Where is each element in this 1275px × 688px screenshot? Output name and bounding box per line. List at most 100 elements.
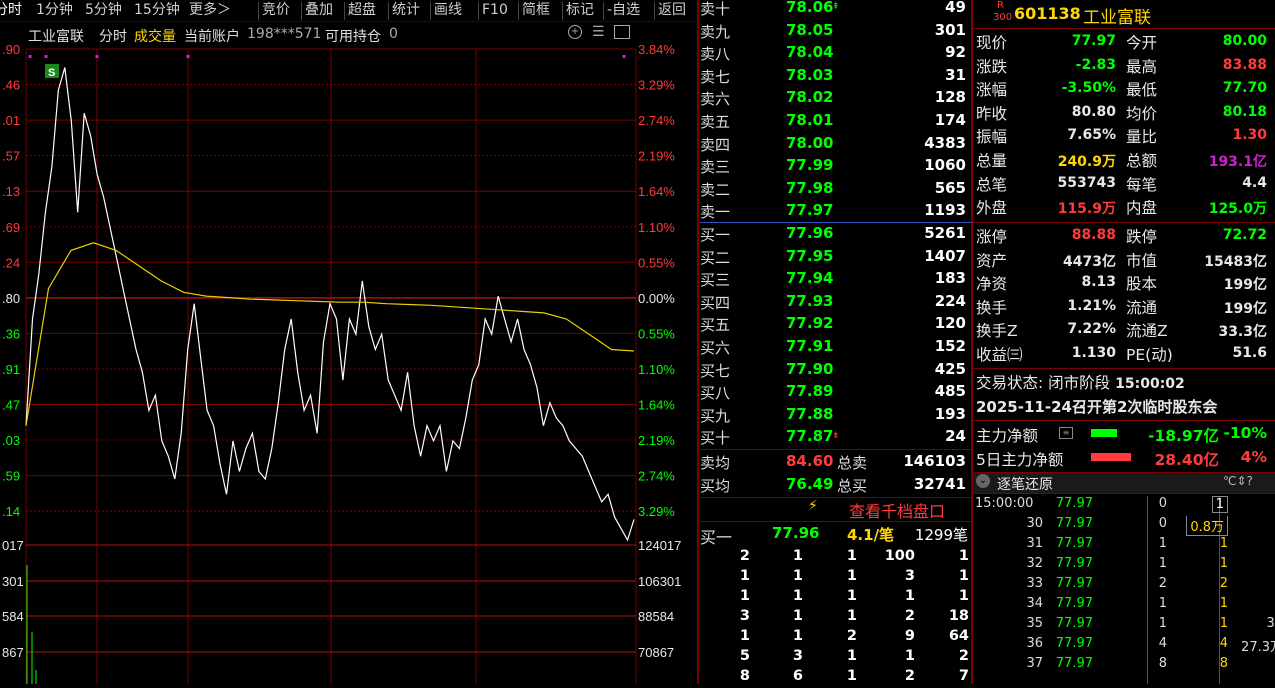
settings-icon[interactable]: ℃⇕? [1223,474,1253,488]
simple-button[interactable]: 简框 [522,0,550,22]
bid-level-6[interactable]: 买六77.91152 [700,336,972,359]
quote-label: 市值 [1126,249,1157,271]
bid-level-4[interactable]: 买四77.93224 [700,291,972,314]
tick-panel-header[interactable]: ⌄逐笔还原℃⇕? [973,472,1275,494]
more-menu[interactable]: 更多＞ [189,0,231,22]
shareholder-meeting-notice[interactable]: 2025-11-24召开第2次临时股东会 [976,396,1275,418]
tab-fenshi[interactable]: 分时 [0,0,22,22]
quote-row: 净资8.13股本199亿 [973,270,1271,294]
level-label: 买三 [700,269,730,290]
volume-indicator-label[interactable]: 成交量 [134,26,176,46]
volume-tick-label: 867 [2,645,24,660]
bid-level-1[interactable]: 买一77.965261 [700,223,972,246]
quote-label: 内盘 [1126,196,1157,218]
tick-row: 3577.971135 [973,616,1275,636]
level-volume: 31 [945,66,966,84]
level-price: 78.04 [786,43,833,61]
pct-tick-label: 1.10% [638,362,675,377]
tab-5min[interactable]: 5分钟 [85,0,122,22]
pct-tick-label: 0.55% [638,326,675,341]
mark-button[interactable]: 标记 [566,0,594,22]
ask-level-2[interactable]: 卖二77.98565 [700,178,972,201]
toggle-panel-icon[interactable] [614,25,630,39]
bid-level-3[interactable]: 买三77.94183 [700,268,972,291]
event-marker[interactable] [96,55,99,58]
queue-cell: 1 [763,588,803,604]
tick-cell: 77.97 [1056,656,1093,671]
menu-icon[interactable]: ☰ [592,24,605,40]
lightning-icon: ⚡ [808,498,818,514]
pct-tick-label: 3.29% [638,504,675,519]
price-tick-label: .03 [2,433,20,448]
quote-value: 7.65% [1067,127,1116,143]
total-volume: 32741 [914,475,966,493]
f10-button[interactable]: F10 [482,0,508,22]
self-select-button[interactable]: -自选 [607,0,640,22]
bid-level-9[interactable]: 买九77.88193 [700,404,972,427]
stats-button[interactable]: 统计 [392,0,420,22]
super-button[interactable]: 超盘 [348,0,376,22]
badge-top: R [997,0,1004,11]
position-value: 0 [389,26,398,42]
quote-label: 换手 [976,296,1007,318]
overlay-button[interactable]: 叠加 [305,0,333,22]
ask-level-8[interactable]: 卖八78.0492 [700,42,972,65]
down-arrow-icon: ⇟ [832,431,840,441]
event-marker[interactable] [623,55,626,58]
flow-pct: 4% [1241,448,1267,466]
event-marker[interactable] [45,55,48,58]
quote-panel: R 300 601138 工业富联 现价77.97今开80.00涨跌-2.83最… [973,0,1275,684]
flow-bar [1091,453,1131,461]
bid-level-7[interactable]: 买七77.90425 [700,359,972,382]
badge-bottom: 300 [993,12,1012,23]
price-tick-label: .91 [2,362,20,377]
stock-code: 601138 [1014,4,1081,23]
stock-header: R 300 601138 工业富联 [973,0,1275,29]
chevron-down-icon[interactable]: ⌄ [976,474,990,488]
status-label: 交易状态: [976,374,1043,392]
tick-cell: 1 [1220,536,1228,551]
view-1000-level-link[interactable]: ⚡查看千档盘口 [700,498,972,520]
price-tick-label: .80 [2,291,20,306]
quote-label: 每笔 [1126,173,1157,195]
quote-row: 涨幅-3.50%最低77.70 [973,76,1271,100]
price-tick-label: .46 [2,78,20,93]
queue-row: 11131 [700,568,972,588]
list-icon[interactable]: ≡ [1059,427,1073,439]
event-marker[interactable] [187,55,190,58]
flow-bar [1091,429,1117,437]
level-volume: 1193 [924,201,966,219]
draw-button[interactable]: 画线 [434,0,462,22]
ask-level-1[interactable]: 卖一77.971193 [700,200,972,223]
ask-level-5[interactable]: 卖五78.01174 [700,110,972,133]
tick-cell: 8 [1220,656,1228,671]
ask-level-4[interactable]: 卖四78.004383 [700,133,972,156]
queue-cell: 1 [763,548,803,564]
quote-value: 553743 [1058,175,1116,191]
ask-level-6[interactable]: 卖六78.02128 [700,87,972,110]
add-icon[interactable]: + [568,25,582,39]
level-volume: 120 [935,314,966,332]
intraday-chart[interactable]: .903.84%.463.29%.012.74%.572.19%.131.64%… [0,45,697,684]
level-label: 卖一 [700,201,730,222]
ask-level-9[interactable]: 卖九78.05301 [700,20,972,43]
tab-1min[interactable]: 1分钟 [36,0,73,22]
queue-cell: 1 [929,548,969,564]
tick-cell: 1 [1212,496,1228,513]
back-button[interactable]: 返回 [658,0,686,22]
ask-level-7[interactable]: 卖七78.0331 [700,65,972,88]
tab-15min[interactable]: 15分钟 [134,0,180,22]
event-marker[interactable] [29,55,32,58]
bid-level-2[interactable]: 买二77.951407 [700,246,972,269]
bid-level-8[interactable]: 买八77.89485 [700,381,972,404]
volume-tick-label: 70867 [638,645,674,660]
tick-cell: 2 [1159,576,1167,591]
ask-level-3[interactable]: 卖三77.991060 [700,155,972,178]
queue-cell: 1 [710,568,750,584]
tick-cell: 8 [1159,656,1167,671]
quote-value: 8.13 [1081,274,1116,290]
auction-button[interactable]: 竞价 [262,0,290,22]
bid-level-5[interactable]: 买五77.92120 [700,313,972,336]
quote-value: 1.130 [1072,345,1116,361]
queue-cell: 1 [710,588,750,604]
